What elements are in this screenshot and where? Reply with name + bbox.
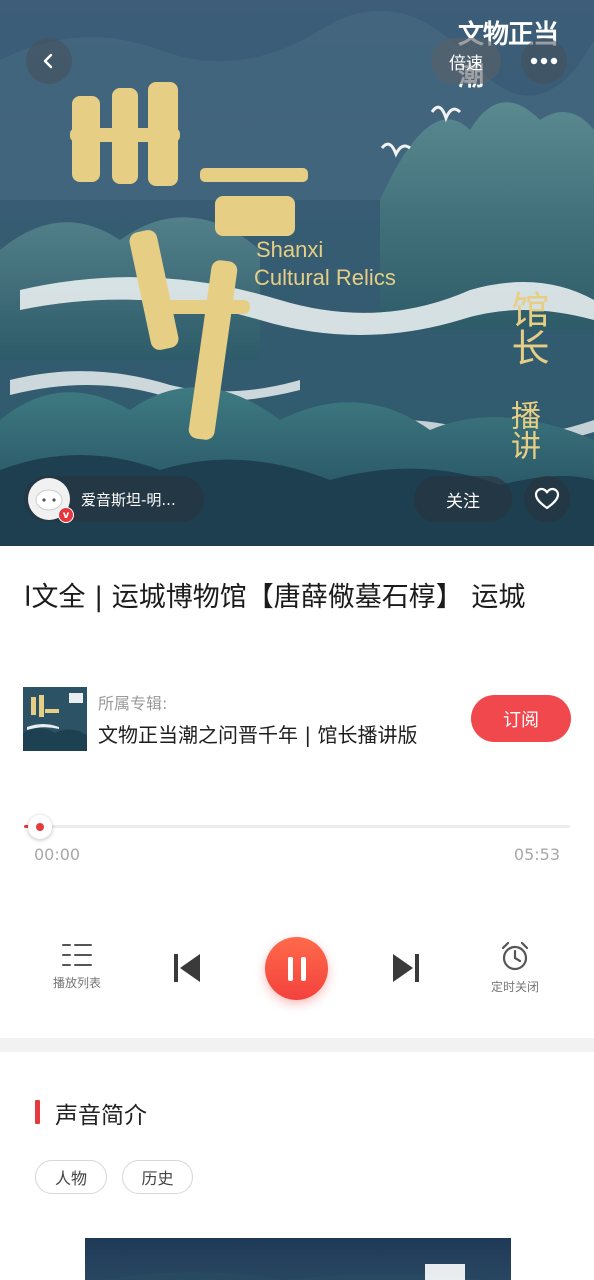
current-time: 00:00 <box>34 845 81 864</box>
chevron-left-icon <box>43 53 53 69</box>
playlist-button[interactable]: 播放列表 <box>44 942 110 991</box>
playlist-label: 播放列表 <box>52 976 101 990</box>
intro-heading: 声音简介 <box>55 1103 147 1129</box>
tag-chip[interactable]: 历史 <box>122 1160 193 1194</box>
album-cover-hero: Shanxi Cultural Relics 馆长 播讲 文物正当潮 倍速 <box>0 0 594 546</box>
previous-track-button[interactable] <box>172 952 202 984</box>
pause-icon <box>287 956 306 981</box>
progress-handle[interactable] <box>28 815 53 839</box>
verified-badge: v <box>58 507 74 523</box>
subscribe-button[interactable]: 订阅 <box>471 695 571 742</box>
next-track-button[interactable] <box>391 952 421 984</box>
tag-chip[interactable]: 人物 <box>35 1160 107 1194</box>
progress-bar[interactable] <box>24 825 570 828</box>
pause-button[interactable] <box>265 937 328 1000</box>
section-accent-bar <box>35 1100 40 1124</box>
playback-speed-button[interactable]: 倍速 <box>431 38 501 84</box>
skip-previous-icon <box>174 954 200 982</box>
album-label: 所属专辑: <box>98 694 168 713</box>
heart-icon <box>534 487 560 510</box>
more-button[interactable] <box>521 38 567 84</box>
cover-subtitle-2: 播讲 <box>505 400 540 460</box>
track-title: l文全 | 运城博物馆【唐薛儆墓石椁】 运城 <box>24 582 526 613</box>
author-name: 爱音斯坦-明... <box>81 490 176 509</box>
alarm-clock-icon <box>501 941 529 971</box>
avatar-face-icon <box>35 489 63 511</box>
cover-title-en: Shanxi Cultural Relics <box>254 237 396 290</box>
back-button[interactable] <box>26 38 72 84</box>
intro-cover-image <box>85 1238 511 1280</box>
playlist-icon <box>62 944 92 966</box>
skip-next-icon <box>393 954 419 982</box>
more-dots-icon <box>530 57 558 65</box>
cover-subtitle: 馆长 <box>505 290 549 366</box>
audio-player-page: Shanxi Cultural Relics 馆长 播讲 文物正当潮 倍速 <box>0 0 594 1280</box>
sleep-timer-label: 定时关闭 <box>490 980 539 994</box>
total-time: 05:53 <box>513 845 560 864</box>
album-thumbnail[interactable] <box>23 687 87 751</box>
album-name[interactable]: 文物正当潮之问晋千年 | 馆长播讲版 <box>98 719 417 748</box>
avatar: v <box>28 478 74 523</box>
author-chip[interactable]: v 爱音斯坦-明... <box>24 476 204 523</box>
section-divider <box>0 1038 594 1052</box>
follow-button[interactable]: 关注 <box>414 476 512 522</box>
like-button[interactable] <box>524 476 570 522</box>
sleep-timer-button[interactable]: 定时关闭 <box>482 940 548 995</box>
